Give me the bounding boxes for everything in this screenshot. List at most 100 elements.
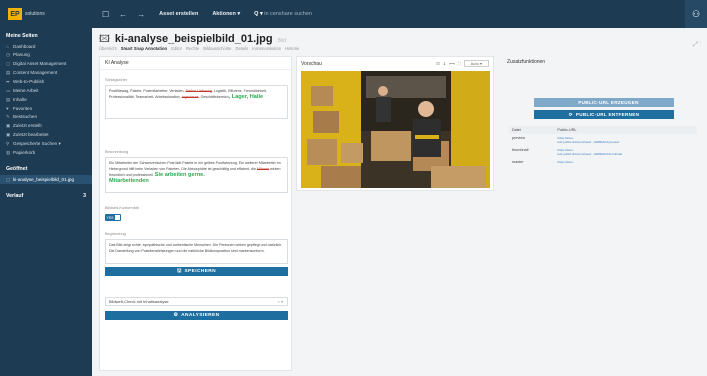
history-label: Verlauf [6, 193, 24, 199]
clock-icon: ◷ [6, 51, 10, 57]
public-url-table: Datei Public-URL preview https://stan-te… [509, 126, 697, 166]
column-header-url: Public-URL [554, 126, 697, 134]
tab-smart-snap-annotation[interactable]: Smart Snap Annotation [121, 46, 167, 51]
analyze-icon: ⚙ [173, 313, 179, 318]
fullscreen-icon[interactable]: ⛶ [458, 61, 461, 66]
tab-details[interactable]: Details [235, 46, 248, 51]
tab-kommunikation[interactable]: Kommunikation [252, 46, 281, 51]
sidebar-item-label: Dashboard [13, 43, 36, 49]
preview-header: Vorschau ⊡ ⇓ ⟷ ⛶ Auto ▾ [297, 57, 493, 70]
sidebar-item-zuletzt-erstellt[interactable]: ▣ Zuletzt erstellt [0, 121, 92, 130]
sidebar-item-label: ki-analyse_beispielbild_01.jpg [13, 177, 75, 182]
sidebar-item-label: Content Management [13, 70, 58, 75]
trash-icon: ▥ [6, 149, 11, 155]
create-public-url-label: PUBLIC-URL ERZEUGEN [578, 100, 639, 105]
keywords-text-end: , Geschäftsbereich [198, 95, 229, 99]
zoom-value: Auto [470, 61, 479, 66]
image-icon: ▢ [6, 176, 11, 182]
analysis-type-select[interactable]: Bildwelt-Check mit Inhaltsanalyse × ▾ [105, 297, 288, 306]
tab-editor[interactable]: Editor [171, 46, 182, 51]
fit-icon[interactable]: ⟷ [449, 61, 455, 66]
analyze-button[interactable]: ⚙ ANALYSIEREN [105, 311, 288, 320]
create-public-url-button[interactable]: 🔗 PUBLIC-URL ERZEUGEN [534, 98, 674, 107]
tab-bildausschnitte[interactable]: Bildausschnitte [203, 46, 231, 51]
public-url-link[interactable]: test.public.link/censhare/.../a9f8b32d-t… [557, 152, 694, 156]
public-url-link[interactable]: https://stan- [557, 160, 694, 164]
description-text: Ein Mitarbeiter der Schweizerischen Post… [109, 161, 281, 171]
sidebar-item-label: Zuletzt erstellt [13, 123, 42, 128]
tab-historie[interactable]: Historie [285, 46, 299, 51]
search-placeholder: in censhare suchen [264, 11, 312, 17]
asset-tabs: Übersicht Smart Snap Annotation Editor R… [99, 46, 299, 51]
crop-icon[interactable]: ⊡ [436, 61, 439, 66]
sidebar-item-bestsuchen[interactable]: ✎ Bestsuchen [0, 112, 92, 121]
sidebar-item-favoriten[interactable]: ♥ Favoriten [0, 104, 92, 112]
removed-word: Männer [256, 167, 270, 171]
remove-public-url-button[interactable]: ⟳ PUBLIC-URL ENTFERNEN [534, 110, 674, 119]
sidebar-item-inhalte[interactable]: ▤ Inhalte [0, 95, 92, 104]
sidebar-item-papierkorb[interactable]: ▥ Papierkorb [0, 148, 92, 157]
remove-public-url-label: PUBLIC-URL ENTFERNEN [575, 112, 640, 117]
panel-toggle-icon[interactable]: ☐ [102, 10, 109, 19]
search-input[interactable]: Q ▾ in censhare suchen [254, 11, 312, 17]
sidebar-item-web-to-publish[interactable]: ➦ Web-to-Publish [0, 77, 92, 86]
file-name: preview [512, 136, 526, 140]
publish-icon: ➦ [6, 78, 10, 84]
sidebar-item-label: Planung [13, 52, 30, 57]
extra-functions-panel: Zusatzfunktionen 🔗 PUBLIC-URL ERZEUGEN ⟳… [507, 56, 697, 371]
user-menu-icon[interactable]: ⚇ [685, 0, 707, 28]
save-button-label: SPEICHERN [184, 269, 217, 274]
zoom-select[interactable]: Auto ▾ [463, 60, 489, 67]
sidebar-item-label: Zuletzt bearbeitet [13, 132, 49, 137]
clear-select-icon[interactable]: × ▾ [278, 299, 283, 304]
sidebar-item-dashboard[interactable]: ⌂ Dashboard [0, 42, 92, 50]
keywords-text: Postfiliewag, Pakete, Postmitarbeiter, V… [109, 89, 185, 93]
public-url-link[interactable]: test.public.link/censhare/.../a9f8b32d-p… [557, 140, 694, 144]
reason-text: Das Bild zeigt echte, sympathische und a… [109, 243, 283, 253]
description-field[interactable]: Ein Mitarbeiter der Schweizerischen Post… [105, 157, 288, 193]
back-arrow-icon[interactable]: ← [119, 10, 127, 19]
tab-uebersicht[interactable]: Übersicht [99, 46, 117, 51]
description-label: Beschreibung [105, 150, 129, 154]
keywords-label: Schlagwörter [105, 78, 128, 82]
reason-field[interactable]: Das Bild zeigt echte, sympathische und a… [105, 239, 288, 264]
document-icon: ▤ [6, 69, 11, 75]
conformity-label: Bildwelt-Konformität [105, 206, 139, 210]
keywords-field[interactable]: Postfiliewag, Pakete, Postmitarbeiter, V… [105, 85, 288, 119]
column-header-file: Datei [509, 126, 555, 134]
analyze-button-label: ANALYSIEREN [181, 313, 220, 318]
extra-functions-title: Zusatzfunktionen [507, 59, 546, 65]
save-icon: 🖫 [176, 268, 182, 274]
save-button[interactable]: 🖫 SPEICHERN [105, 267, 288, 276]
home-icon: ⌂ [6, 43, 9, 49]
sidebar-item-planung[interactable]: ◷ Planung [0, 50, 92, 59]
download-icon[interactable]: ⇓ [443, 61, 446, 66]
logo-text: solutions [25, 11, 45, 17]
toggle-value: YES [106, 215, 114, 220]
preview-image[interactable] [301, 71, 490, 188]
create-asset-button[interactable]: Asset erstellen [159, 11, 198, 17]
expand-icon[interactable]: ⤢ [693, 42, 698, 48]
more-icon[interactable]: ⋮ [699, 42, 701, 48]
refresh-icon: ⟳ [568, 111, 573, 117]
logo[interactable]: EP solutions [0, 0, 92, 28]
sidebar-item-meine-arbeit[interactable]: ▭ Meine Arbeit [0, 86, 92, 95]
tab-rechte[interactable]: Rechte [186, 46, 199, 51]
reason-label: Begründung [105, 232, 126, 236]
added-word: Mitarbeitenden [109, 178, 149, 184]
removed-keyword: Ingenieure [181, 95, 199, 99]
conformity-toggle[interactable]: YES [105, 214, 121, 221]
table-row: thumbnail https://stan-test.public.link/… [509, 146, 697, 158]
sidebar-item-zuletzt-bearbeitet[interactable]: ▣ Zuletzt bearbeitet [0, 130, 92, 139]
forward-arrow-icon[interactable]: → [137, 10, 145, 19]
actions-menu-button[interactable]: Aktionen ▾ [212, 11, 240, 17]
history-heading[interactable]: Verlauf 3 [0, 188, 92, 202]
file-icon: ▣ [6, 131, 11, 137]
sidebar-item-content-management[interactable]: ▤ Content Management [0, 68, 92, 77]
sidebar-item-gespeicherte-suchen[interactable]: ⚲ Gespeicherte Suchen ▾ [0, 139, 92, 148]
sidebar-item-dam[interactable]: ▢ Digital Asset Management [0, 59, 92, 68]
inbox-icon: ▭ [6, 87, 11, 93]
heart-icon: ♥ [6, 105, 9, 111]
sidebar-item-opened-asset[interactable]: ▢ ki-analyse_beispielbild_01.jpg [0, 175, 92, 184]
file-name: master [512, 160, 524, 164]
